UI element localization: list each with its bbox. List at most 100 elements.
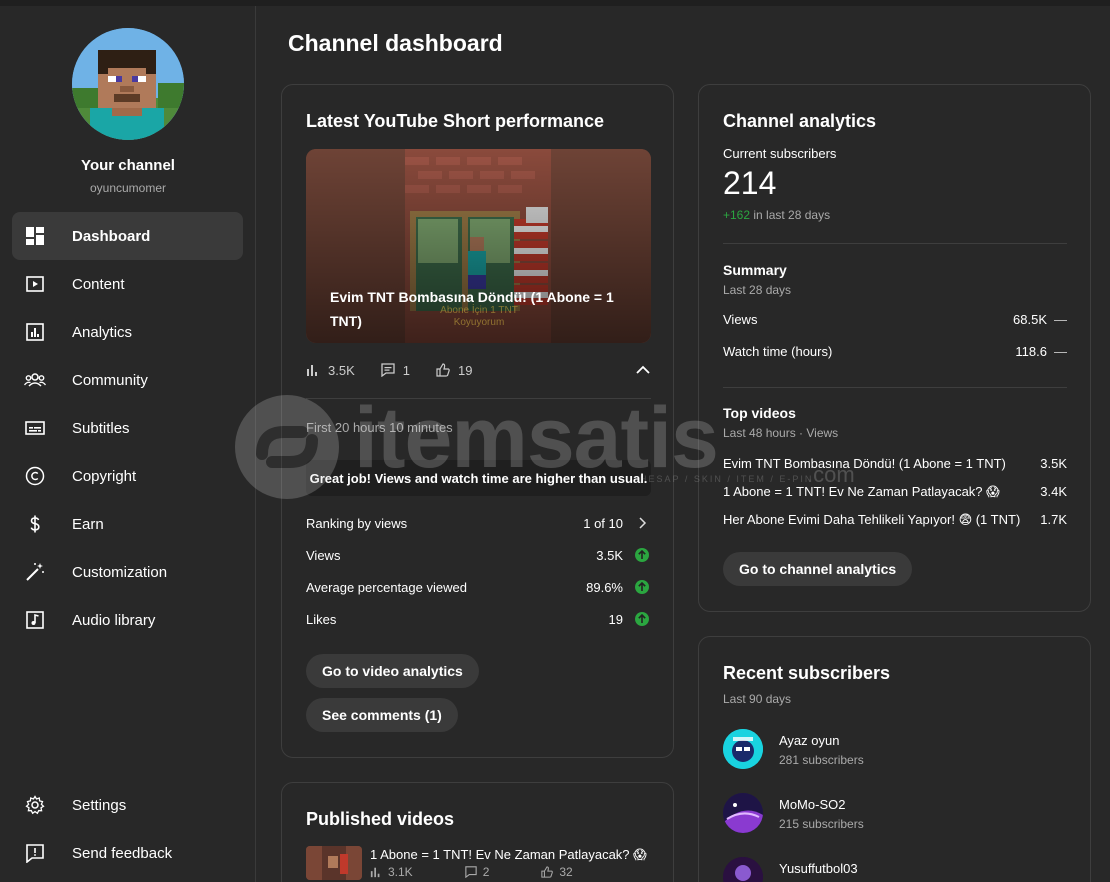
summary-trend: — <box>1054 344 1067 359</box>
avatar[interactable] <box>723 729 763 769</box>
sidebar-item-copyright[interactable]: Copyright <box>12 452 243 500</box>
sidebar-item-label: Community <box>72 371 148 389</box>
top-videos-title: Top videos <box>723 405 796 421</box>
go-to-channel-analytics-button[interactable]: Go to channel analytics <box>723 552 913 586</box>
go-to-video-analytics-button[interactable]: Go to video analytics <box>306 654 479 688</box>
sidebar-item-community[interactable]: Community <box>12 356 243 404</box>
video-title[interactable]: 1 Abone = 1 TNT! Ev Ne Zaman Patlayacak?… <box>370 847 647 863</box>
page-title: Channel dashboard <box>288 30 503 56</box>
top-video-title: Evim TNT Bombasına Döndü! (1 Abone = 1 T… <box>723 456 1006 471</box>
sidebar-item-settings[interactable]: Settings <box>12 781 243 829</box>
video-views: 3.1K <box>388 865 413 879</box>
channel-handle: oyuncumomer <box>89 181 167 195</box>
likes-stat: 19 <box>436 363 472 378</box>
summary-title: Summary <box>723 262 787 278</box>
list-item[interactable]: 1 Abone = 1 TNT! Ev Ne Zaman Patlayacak?… <box>306 846 651 880</box>
divider <box>306 398 651 399</box>
metric-value: 19 <box>608 612 623 627</box>
sidebar-item-dashboard[interactable]: Dashboard <box>12 212 243 260</box>
sidebar-item-label: Send feedback <box>72 844 173 862</box>
content-icon <box>24 274 46 294</box>
views-stat: 3.5K <box>306 363 355 378</box>
subscriber-count: 215 subscribers <box>779 817 864 831</box>
collapse-button[interactable] <box>635 362 651 378</box>
sidebar-item-label: Earn <box>72 515 104 533</box>
sidebar-item-label: Dashboard <box>72 227 151 245</box>
sidebar-item-analytics[interactable]: Analytics <box>12 308 243 356</box>
channel-analytics-card: Channel analytics Current subscribers 21… <box>698 84 1091 612</box>
comments-stat: 1 <box>381 363 410 378</box>
copyright-icon <box>24 466 46 486</box>
short-thumbnail[interactable]: Abone İçin 1 TNT Koyuyorum Evim TNT Bomb… <box>306 149 651 343</box>
chevron-up-icon <box>636 365 650 374</box>
card-title: Recent subscribers <box>723 663 891 683</box>
sidebar-item-earn[interactable]: Earn <box>12 500 243 548</box>
chevron-right-icon <box>637 516 649 533</box>
subscriber-name[interactable]: Ayaz oyun <box>779 733 839 748</box>
summary-value: 68.5K <box>1013 312 1047 327</box>
short-period: First 20 hours 10 minutes <box>306 420 453 435</box>
video-stats: 3.1K 2 32 <box>370 865 625 879</box>
short-views: 3.5K <box>328 362 355 378</box>
divider <box>723 387 1067 388</box>
sidebar-item-label: Settings <box>72 796 127 814</box>
sidebar-item-label: Audio library <box>72 611 156 629</box>
gear-icon <box>24 795 46 815</box>
views-stat: 3.1K <box>370 865 439 879</box>
video-comments: 2 <box>482 865 490 879</box>
summary-trend: — <box>1054 312 1067 327</box>
sidebar-item-audio-library[interactable]: Audio library <box>12 596 243 644</box>
avatar[interactable] <box>723 793 763 833</box>
sidebar-item-content[interactable]: Content <box>12 260 243 308</box>
subtitles-icon <box>24 418 46 438</box>
top-video-title: Her Abone Evimi Daha Tehlikeli Yapıyor! … <box>723 512 1021 527</box>
short-comments: 1 <box>402 362 410 378</box>
card-title: Latest YouTube Short performance <box>306 111 605 131</box>
trend-up-icon <box>635 548 649 565</box>
top-video-views: 1.7K <box>1040 512 1067 527</box>
card-title: Channel analytics <box>723 111 877 131</box>
divider <box>723 243 1067 244</box>
summary-period: Last 28 days <box>723 283 792 297</box>
see-comments-button[interactable]: See comments (1) <box>306 698 458 732</box>
video-thumbnail[interactable] <box>306 846 362 880</box>
channel-avatar[interactable] <box>72 28 184 140</box>
subscriber-name[interactable]: Yusuffutbol03 <box>779 861 858 876</box>
dashboard-icon <box>24 226 46 246</box>
top-video-title: 1 Abone = 1 TNT! Ev Ne Zaman Patlayacak?… <box>723 484 1000 499</box>
sidebar-item-send-feedback[interactable]: Send feedback <box>12 829 243 877</box>
analytics-icon <box>24 322 46 342</box>
subscribers-count: 214 <box>723 165 777 201</box>
avatar[interactable] <box>723 857 763 882</box>
comments-stat: 2 <box>464 865 516 879</box>
subscribers-change-period: in last 28 days <box>753 208 831 222</box>
recent-subscribers-period: Last 90 days <box>723 692 792 706</box>
summary-row-watch-time: Watch time (hours) 118.6 — <box>723 344 1067 359</box>
top-video-row[interactable]: Her Abone Evimi Daha Tehlikeli Yapıyor! … <box>723 512 1067 528</box>
top-video-row[interactable]: 1 Abone = 1 TNT! Ev Ne Zaman Patlayacak?… <box>723 484 1067 500</box>
sidebar-item-label: Subtitles <box>72 419 130 437</box>
metric-label: Ranking by views <box>306 516 408 531</box>
subscribers-change-value: +162 <box>723 208 751 222</box>
video-likes: 32 <box>559 865 573 879</box>
thumbs-up-icon <box>541 866 554 878</box>
subscriber-name[interactable]: MoMo-SO2 <box>779 797 845 812</box>
metric-label: Average percentage viewed <box>306 580 467 595</box>
sidebar-item-label: Content <box>72 275 125 293</box>
audio-library-icon <box>24 610 46 630</box>
short-likes: 19 <box>457 362 473 378</box>
metric-label: Views <box>306 548 341 563</box>
feedback-icon <box>24 843 46 863</box>
likes-stat: 32 <box>541 865 598 879</box>
summary-label: Watch time (hours) <box>723 344 833 359</box>
top-video-row[interactable]: Evim TNT Bombasına Döndü! (1 Abone = 1 T… <box>723 456 1067 471</box>
sidebar-item-label: Analytics <box>72 323 133 341</box>
sidebar-item-label: Copyright <box>72 467 137 485</box>
metric-ranking[interactable]: Ranking by views 1 of 10 <box>306 514 651 534</box>
metric-average-viewed: Average percentage viewed 89.6% <box>306 578 651 598</box>
sidebar-item-customization[interactable]: Customization <box>12 548 243 596</box>
top-video-views: 3.5K <box>1040 456 1067 471</box>
community-icon <box>24 370 46 390</box>
short-stats: 3.5K 1 19 <box>306 360 651 380</box>
sidebar-item-subtitles[interactable]: Subtitles <box>12 404 243 452</box>
